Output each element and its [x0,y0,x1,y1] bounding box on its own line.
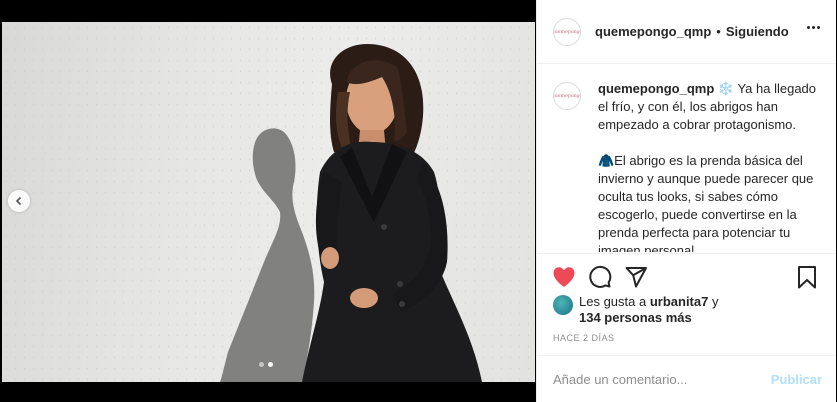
caption-paragraph-1: quemepongo_qmp ❄️ Ya ha llegado el frío,… [598,80,822,134]
liker-username[interactable]: urbanita7 [650,294,709,309]
caption-avatar-logo: quemepongo [553,93,581,99]
caption-username[interactable]: quemepongo_qmp [598,81,714,96]
publish-button[interactable]: Publicar [771,372,822,387]
post-modal: quemepongo quemepongo_qmp • Siguiendo qu… [0,0,837,402]
comment-icon [589,265,612,288]
bookmark-icon [798,265,816,288]
caption-text: quemepongo_qmp ❄️ Ya ha llegado el frío,… [598,80,822,252]
carousel-dot-1 [259,362,264,367]
following-button[interactable]: Siguiendo [726,24,789,39]
post-photo[interactable] [2,22,535,382]
post-timestamp[interactable]: HACE 2 DÍAS [553,333,615,343]
carousel-dot-2 [268,362,273,367]
account-username[interactable]: quemepongo_qmp [595,24,711,39]
like-button[interactable] [549,262,579,292]
save-button[interactable] [792,262,822,292]
paper-plane-icon [625,266,647,287]
heart-filled-icon [553,266,575,287]
liker-avatar[interactable] [553,295,573,315]
more-options-icon[interactable] [807,26,820,29]
post-actions-bar [537,253,836,299]
comment-input[interactable]: Añade un comentario... [553,372,771,387]
likes-summary: Les gusta a urbanita7 y 134 personas más [553,294,718,326]
account-avatar[interactable]: quemepongo [553,17,581,46]
avatar-logo: quemepongo [553,28,581,35]
carousel-indicator [259,362,273,367]
woman-in-black-coat [302,44,482,382]
likes-others-link[interactable]: 134 personas más [579,310,692,325]
comment-button[interactable] [585,262,615,292]
share-button[interactable] [621,262,651,292]
likes-text: Les gusta a urbanita7 y 134 personas más [579,294,718,326]
post-caption: quemepongo quemepongo_qmp ❄️ Ya ha llega… [537,64,836,252]
post-header: quemepongo quemepongo_qmp • Siguiendo [537,0,836,64]
comment-composer: Añade un comentario... Publicar [537,355,836,402]
caption-avatar[interactable]: quemepongo [553,82,581,110]
post-side-panel: quemepongo quemepongo_qmp • Siguiendo qu… [536,0,836,402]
caption-paragraph-2: 🧥El abrigo es la prenda básica del invie… [598,153,814,252]
previous-slide-button[interactable] [8,190,30,212]
header-separator: • [716,24,721,39]
chevron-left-icon [15,196,22,206]
likes-prefix: Les gusta a [579,294,650,309]
likes-conj: y [708,294,719,309]
